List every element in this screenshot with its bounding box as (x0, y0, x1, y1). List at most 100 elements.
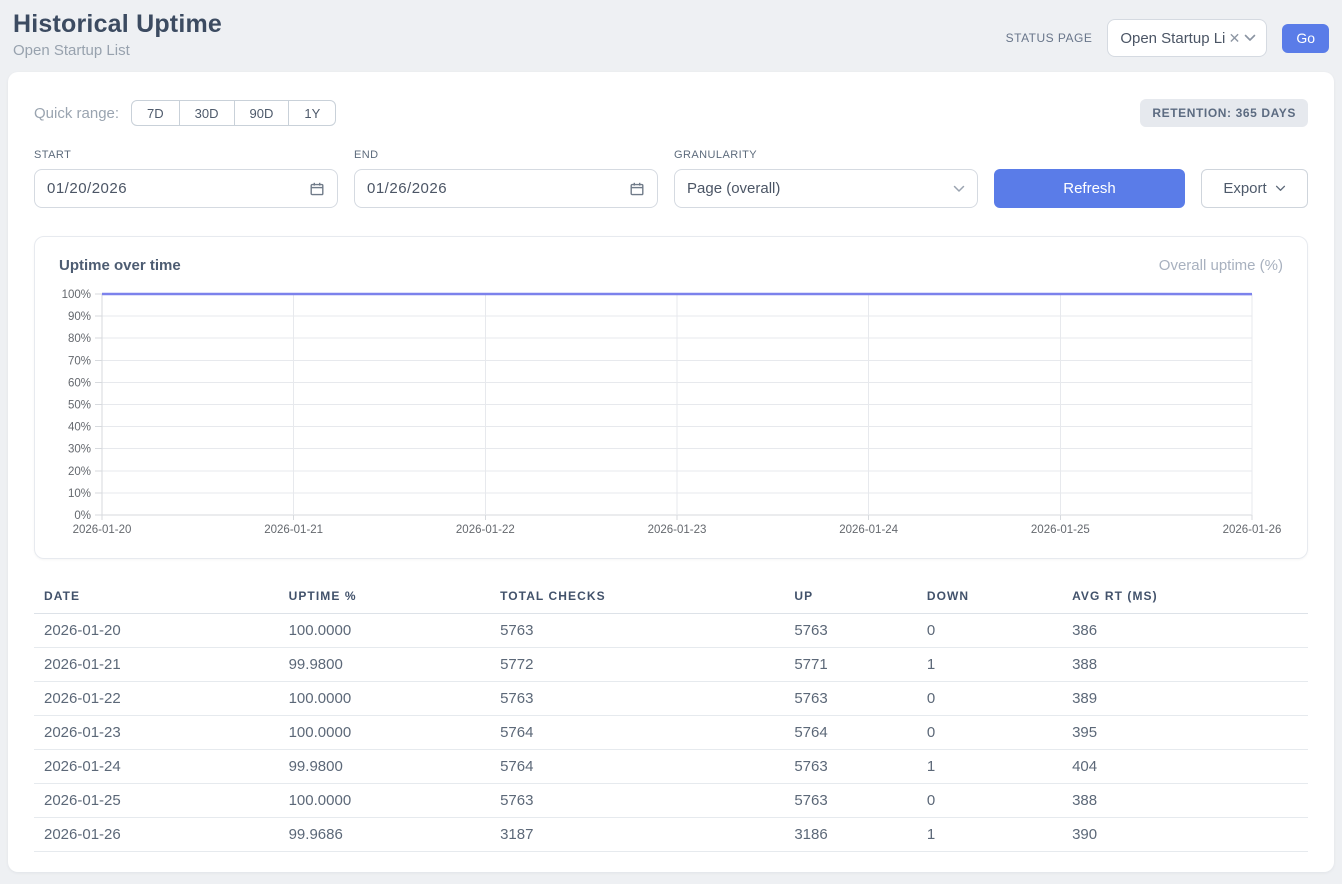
granularity-label: GRANULARITY (674, 149, 978, 161)
status-page-label: STATUS PAGE (1006, 31, 1093, 45)
table-cell: 5764 (490, 750, 784, 784)
status-page-selected-value: Open Startup List (1120, 30, 1224, 47)
quick-range-90d-button[interactable]: 90D (234, 100, 290, 126)
quick-range-group: Quick range: 7D 30D 90D 1Y (34, 100, 336, 126)
end-date-input[interactable]: 01/26/2026 (354, 169, 658, 208)
table-cell: 2026-01-23 (34, 716, 279, 750)
table-cell: 3186 (784, 818, 916, 852)
page-title: Historical Uptime (13, 10, 222, 39)
table-cell: 404 (1062, 750, 1308, 784)
y-axis-tick-label: 40% (68, 422, 91, 434)
granularity-selected-value: Page (overall) (687, 180, 780, 197)
calendar-icon[interactable] (309, 181, 325, 197)
export-button[interactable]: Export (1201, 169, 1308, 208)
quick-range-buttons: 7D 30D 90D 1Y (131, 100, 336, 126)
table-column-header: UP (784, 583, 916, 614)
y-axis-tick-label: 80% (68, 333, 91, 345)
y-axis-tick-label: 90% (68, 311, 91, 323)
table-cell: 5772 (490, 648, 784, 682)
table-cell: 2026-01-24 (34, 750, 279, 784)
table-cell: 5763 (490, 614, 784, 648)
uptime-table: DATEUPTIME %TOTAL CHECKSUPDOWNAVG RT (MS… (34, 583, 1308, 852)
table-column-header: UPTIME % (279, 583, 490, 614)
table-column-header: TOTAL CHECKS (490, 583, 784, 614)
table-row: 2026-01-23100.0000576457640395 (34, 716, 1308, 750)
quick-range-7d-button[interactable]: 7D (131, 100, 180, 126)
quick-range-1y-button[interactable]: 1Y (288, 100, 336, 126)
y-axis-tick-label: 0% (74, 510, 91, 522)
table-body: 2026-01-20100.00005763576303862026-01-21… (34, 614, 1308, 852)
x-axis-tick-label: 2026-01-21 (264, 524, 323, 536)
table-cell: 100.0000 (279, 784, 490, 818)
clear-icon[interactable]: ✕ (1229, 31, 1241, 45)
granularity-select[interactable]: Page (overall) (674, 169, 978, 208)
table-cell: 389 (1062, 682, 1308, 716)
y-axis-tick-label: 70% (68, 355, 91, 367)
y-axis-tick-label: 10% (68, 488, 91, 500)
table-cell: 1 (917, 648, 1062, 682)
uptime-chart-card: Uptime over time Overall uptime (%) 100%… (34, 236, 1308, 559)
status-page-select[interactable]: Open Startup List ✕ (1107, 19, 1267, 57)
table-cell: 388 (1062, 784, 1308, 818)
table-row: 2026-01-2699.9686318731861390 (34, 818, 1308, 852)
chevron-down-icon (1275, 185, 1286, 192)
page-subtitle: Open Startup List (13, 42, 222, 59)
table-cell: 99.9800 (279, 750, 490, 784)
filters-row: START 01/20/2026 END 01/26/2026 GRANULAR… (34, 149, 1308, 208)
title-block: Historical Uptime Open Startup List (13, 10, 222, 59)
table-cell: 5764 (490, 716, 784, 750)
chevron-down-icon (1244, 34, 1256, 42)
start-date-label: START (34, 149, 338, 161)
page: Historical Uptime Open Startup List STAT… (0, 0, 1342, 872)
chart-title: Uptime over time (59, 257, 181, 274)
refresh-button[interactable]: Refresh (994, 169, 1185, 208)
x-axis-tick-label: 2026-01-22 (456, 524, 515, 536)
chevron-down-icon (953, 185, 965, 193)
quick-range-30d-button[interactable]: 30D (179, 100, 235, 126)
calendar-icon[interactable] (629, 181, 645, 197)
table-cell: 2026-01-22 (34, 682, 279, 716)
main-card: Quick range: 7D 30D 90D 1Y RETENTION: 36… (8, 72, 1334, 872)
export-button-label: Export (1223, 180, 1266, 197)
table-cell: 3187 (490, 818, 784, 852)
table-cell: 0 (917, 716, 1062, 750)
table-row: 2026-01-2199.9800577257711388 (34, 648, 1308, 682)
y-axis-tick-label: 30% (68, 444, 91, 456)
table-row: 2026-01-20100.0000576357630386 (34, 614, 1308, 648)
end-date-value: 01/26/2026 (367, 180, 447, 197)
table-cell: 1 (917, 750, 1062, 784)
table-header: DATEUPTIME %TOTAL CHECKSUPDOWNAVG RT (MS… (34, 583, 1308, 614)
end-date-field-group: END 01/26/2026 (354, 149, 658, 208)
table-row: 2026-01-2499.9800576457631404 (34, 750, 1308, 784)
table-cell: 390 (1062, 818, 1308, 852)
table-column-header: DOWN (917, 583, 1062, 614)
table-cell: 100.0000 (279, 682, 490, 716)
table-cell: 2026-01-26 (34, 818, 279, 852)
table-cell: 99.9686 (279, 818, 490, 852)
table-cell: 386 (1062, 614, 1308, 648)
quick-range-row: Quick range: 7D 30D 90D 1Y RETENTION: 36… (34, 99, 1308, 127)
table-cell: 2026-01-20 (34, 614, 279, 648)
table-cell: 0 (917, 682, 1062, 716)
granularity-field-group: GRANULARITY Page (overall) (674, 149, 978, 208)
table-cell: 99.9800 (279, 648, 490, 682)
table-cell: 388 (1062, 648, 1308, 682)
start-date-input[interactable]: 01/20/2026 (34, 169, 338, 208)
table-cell: 0 (917, 614, 1062, 648)
y-axis-tick-label: 20% (68, 466, 91, 478)
start-date-field-group: START 01/20/2026 (34, 149, 338, 208)
table-header-row: DATEUPTIME %TOTAL CHECKSUPDOWNAVG RT (MS… (34, 583, 1308, 614)
table-cell: 100.0000 (279, 614, 490, 648)
table-cell: 2026-01-25 (34, 784, 279, 818)
table-cell: 2026-01-21 (34, 648, 279, 682)
topbar: Historical Uptime Open Startup List STAT… (8, 0, 1334, 72)
y-axis-tick-label: 60% (68, 377, 91, 389)
uptime-line-chart: 100%90%80%70%60%50%40%30%20%10%0%2026-01… (59, 286, 1285, 544)
table-cell: 5763 (784, 784, 916, 818)
table-cell: 395 (1062, 716, 1308, 750)
table-column-header: AVG RT (MS) (1062, 583, 1308, 614)
go-button[interactable]: Go (1282, 24, 1329, 53)
x-axis-tick-label: 2026-01-26 (1223, 524, 1282, 536)
table-cell: 5763 (784, 682, 916, 716)
chart-legend: Overall uptime (%) (1159, 257, 1283, 274)
